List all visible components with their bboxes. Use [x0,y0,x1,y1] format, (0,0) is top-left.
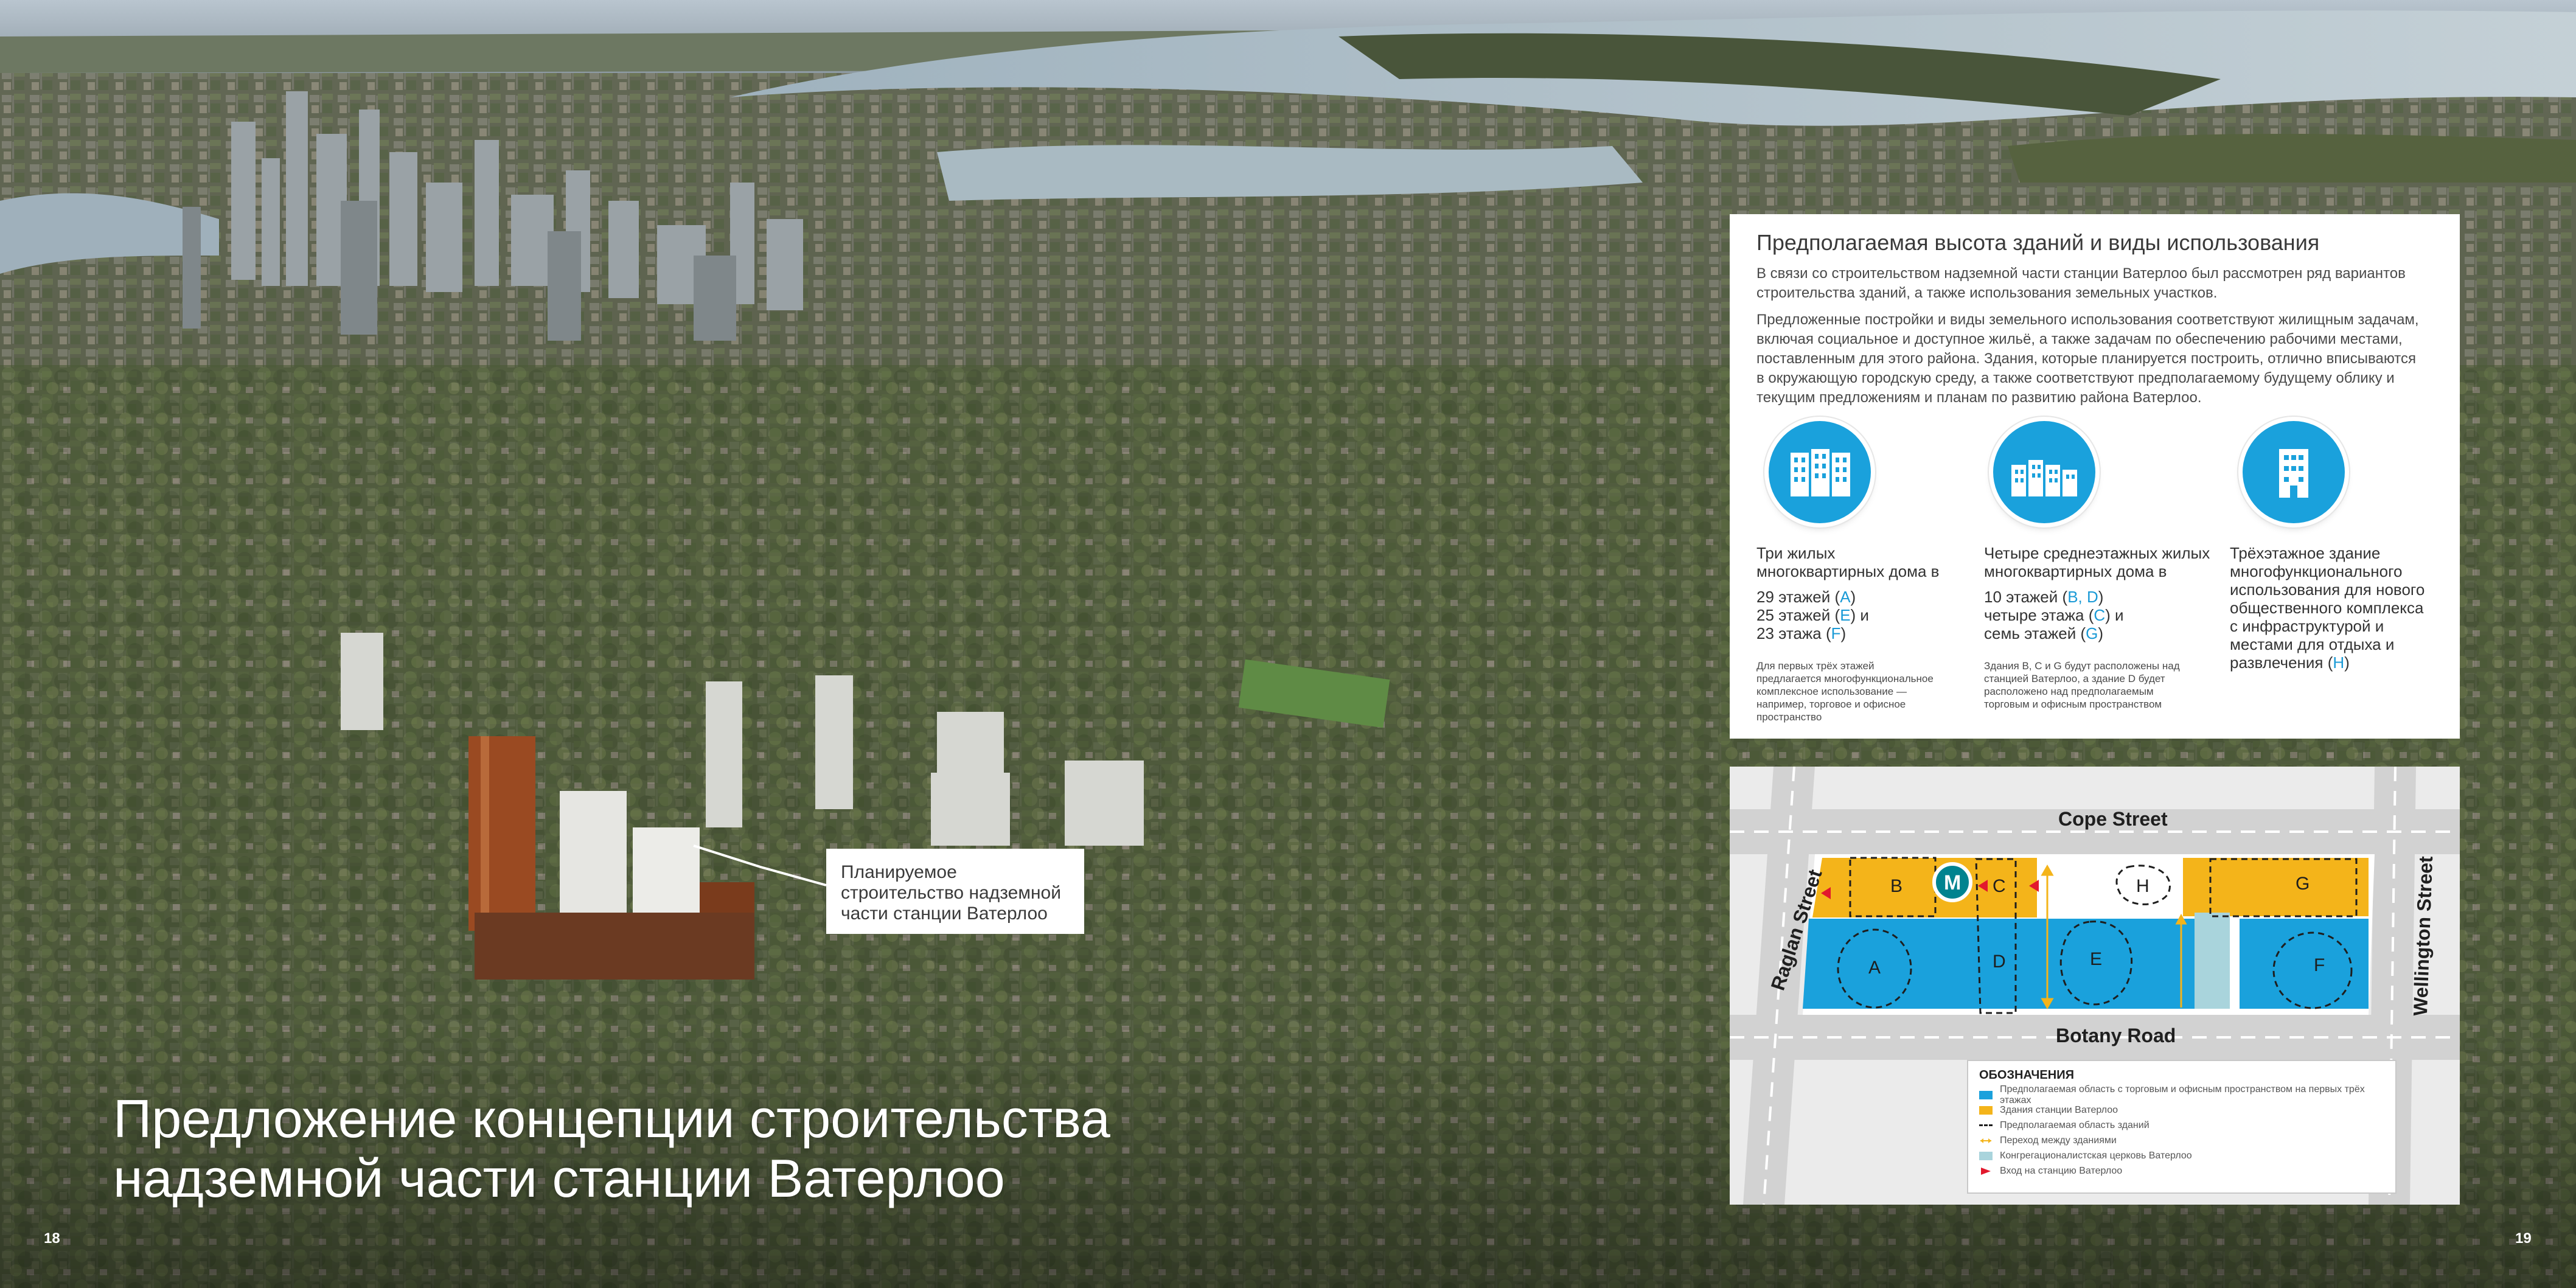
page-number-right: 19 [2515,1230,2532,1247]
callout-line: части станции Ватерлоо [841,903,1048,924]
column-heading: с инфраструктурой и [2230,617,2384,635]
column-heading: многоквартирных дома в [1984,562,2167,580]
panel-paragraph-2: Предложенные постройки и виды земельного… [1756,310,2433,408]
map-legend: ОБОЗНАЧЕНИЯ Предполагаемая область с тор… [1967,1060,2397,1194]
column-heading: многофункционального [2230,562,2403,580]
column-note: Для первых трёх этажей предлагается много… [1756,660,1934,723]
page-number-left: 18 [44,1230,60,1247]
page-title: Предложение концепции строительства надз… [113,1089,1330,1208]
building-label-h: H [2136,876,2150,896]
building-label-c: C [1993,876,2006,896]
column-four-buildings: Четыре среднеэтажных жилых многоквартирн… [1984,544,2221,711]
building-label-b: B [1890,876,1903,896]
panel-title: Предполагаемая высота зданий и виды испо… [1756,230,2320,255]
column-single-building: Трёхэтажное здание многофункционального … [2230,544,2449,672]
double-arrow-icon [1979,1137,1993,1145]
legend-title: ОБОЗНАЧЕНИЯ [1979,1068,2074,1082]
paragraph-line: В связи со строительством надземной част… [1756,265,2406,282]
building-label-e: E [2090,949,2103,969]
legend-swatch-yellow [1979,1105,1993,1115]
three-towers-icon [1769,421,1871,523]
legend-swatch-church [1979,1151,1993,1160]
street-label-cope: Cope Street [2058,808,2168,830]
column-heading: местами для отдыха и [2230,635,2395,653]
building-label-d: D [1993,952,2006,972]
paragraph-line: текущим предложениям и планам по развити… [1756,389,2202,406]
floors-line: 10 этажей (B, D) [1984,588,2104,606]
dashed-line-icon [1979,1124,1993,1126]
paragraph-line: включая социальное и доступное жильё, а … [1756,331,2403,347]
panel-paragraph-1: В связи со строительством надземной част… [1756,264,2433,303]
metro-badge-label: M [1944,871,1962,894]
floors-line: четыре этажа (C) и [1984,606,2124,624]
legend-item: Вход на станцию Ватерлоо [1979,1163,2384,1178]
page-title-line: надземной части станции Ватерлоо [113,1148,1005,1208]
column-heading: Трёхэтажное здание [2230,544,2381,562]
callout-line: Планируемое [841,862,957,882]
entrance-flag-icon [1979,1167,1993,1175]
floors-line: 23 этажа (F) [1756,624,1847,642]
legend-swatch-blue [1979,1090,1993,1099]
building-info-panel: Предполагаемая высота зданий и виды испо… [1730,214,2460,739]
single-building-icon [2243,421,2345,523]
paragraph-line: поставленным для этого района. Здания, к… [1756,350,2417,367]
column-heading: Четыре среднеэтажных жилых [1984,544,2210,562]
paragraph-line: Предложенные постройки и виды земельного… [1756,312,2419,328]
column-heading: Три жилых [1756,544,1836,562]
development-callout: Планируемое строительство надземной част… [826,849,1084,934]
column-note: Здания B, C и G будут расположены над ста… [1984,660,2180,710]
column-three-towers: Три жилых многоквартирных дома в 29 этаж… [1756,544,1963,723]
paragraph-line: в окружающую городскую среду, а также со… [1756,370,2395,386]
page-title-line: Предложение концепции строительства [113,1088,1110,1149]
callout-line: строительство надземной [841,883,1061,903]
floors-line: 29 этажей (A) [1756,588,1856,606]
street-label-botany: Botany Road [2056,1025,2176,1046]
column-heading: развлечения (H) [2230,653,2350,672]
legend-item: Конгрегационалистская церковь Ватерлоо [1979,1148,2384,1163]
site-map: B M C H G A D E F Cope Street Botany Roa… [1730,767,2460,1205]
legend-item: Переход между зданиями [1979,1133,2384,1148]
column-heading: использования для нового [2230,580,2425,599]
column-heading: многоквартирных дома в [1756,562,1940,580]
four-buildings-icon [1993,421,2095,523]
floors-line: 25 этажей (E) и [1756,606,1869,624]
building-label-a: A [1868,958,1881,978]
legend-item: Предполагаемая область зданий [1979,1118,2384,1133]
paragraph-line: строительства зданий, а также использова… [1756,285,2218,301]
column-heading: общественного комплекса [2230,599,2424,617]
floors-line: семь этажей (G) [1984,624,2104,642]
legend-item: Предполагаемая область с торговым и офис… [1979,1084,2384,1105]
building-label-g: G [2296,874,2310,894]
building-label-f: F [2314,955,2325,975]
